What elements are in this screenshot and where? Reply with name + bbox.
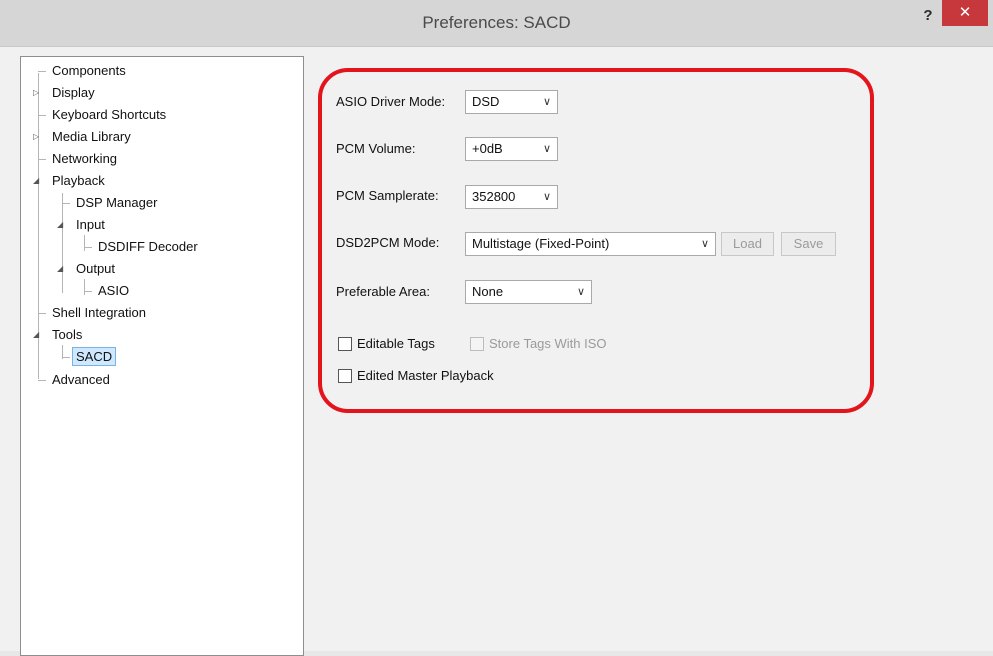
tree-item-label: Media Library	[52, 129, 131, 144]
tree-connector	[38, 313, 46, 314]
tree-item-label: Components	[52, 63, 126, 78]
preferable-area-value: None	[472, 284, 504, 299]
tree-connector	[38, 380, 46, 381]
pcm-volume-value: +0dB	[472, 141, 503, 156]
pcm-samplerate-value: 352800	[472, 189, 516, 204]
tree-item-tools[interactable]: ◢ Tools	[33, 325, 82, 345]
tree-connector	[62, 203, 70, 204]
preferable-area-label: Preferable Area:	[336, 284, 430, 299]
tree-item-label: Tools	[52, 327, 83, 342]
pcm-volume-label: PCM Volume:	[336, 141, 416, 156]
tree-item-label: Display	[52, 85, 95, 100]
tree-item-label: Networking	[52, 151, 118, 166]
tree-connector	[38, 71, 46, 72]
editable-tags-label[interactable]: Editable Tags	[357, 335, 435, 353]
load-button[interactable]: Load	[721, 232, 774, 256]
tree-item-sacd[interactable]: SACD	[62, 347, 117, 367]
tree-connector	[84, 247, 92, 248]
tree-item-dsp-manager[interactable]: DSP Manager	[62, 193, 158, 213]
store-tags-with-iso-label[interactable]: Store Tags With ISO	[489, 335, 607, 353]
tree-item-label: ASIO	[98, 283, 130, 298]
pcm-volume-select[interactable]: +0dB ∨	[465, 137, 558, 161]
tree-item-label: Playback	[52, 173, 105, 188]
tree-item-label: Advanced	[52, 372, 110, 387]
tree-item-label: Input	[76, 217, 105, 232]
chevron-down-icon: ∨	[542, 191, 551, 203]
preferences-window: Preferences: SACD ? ✕ Components ▷ Displ…	[0, 0, 993, 656]
tree-item-asio[interactable]: ASIO	[84, 281, 130, 301]
tree-connector	[84, 291, 92, 292]
tree-item-label: SACD	[72, 347, 117, 366]
asio-driver-mode-value: DSD	[472, 94, 500, 109]
asio-driver-mode-select[interactable]: DSD ∨	[465, 90, 558, 114]
collapse-arrow-icon[interactable]: ◢	[33, 171, 43, 191]
chevron-down-icon: ∨	[576, 286, 585, 298]
collapse-arrow-icon[interactable]: ◢	[57, 259, 67, 279]
chevron-down-icon: ∨	[542, 96, 551, 108]
window-title: Preferences: SACD	[422, 13, 571, 32]
tree-item-networking[interactable]: Networking	[38, 149, 118, 169]
tree-connector	[38, 159, 46, 160]
close-icon: ✕	[958, 4, 972, 21]
expand-arrow-icon[interactable]: ▷	[33, 127, 43, 147]
preferable-area-select[interactable]: None ∨	[465, 280, 592, 304]
tree-item-advanced[interactable]: Advanced	[38, 370, 110, 390]
tree-item-label: Keyboard Shortcuts	[52, 107, 167, 122]
collapse-arrow-icon[interactable]: ◢	[33, 325, 43, 345]
tree-item-label: DSDIFF Decoder	[98, 239, 198, 254]
close-button[interactable]: ✕	[942, 0, 988, 26]
pcm-samplerate-label: PCM Samplerate:	[336, 188, 439, 203]
tree-connector	[62, 357, 70, 358]
editable-tags-checkbox[interactable]	[338, 337, 352, 351]
dsd2pcm-mode-value: Multistage (Fixed-Point)	[472, 236, 610, 251]
dsd2pcm-mode-label: DSD2PCM Mode:	[336, 235, 440, 250]
edited-master-playback-checkbox[interactable]	[338, 369, 352, 383]
tree-item-input[interactable]: ◢ Input	[57, 215, 105, 235]
tree-item-output[interactable]: ◢ Output	[57, 259, 115, 279]
tree-item-playback[interactable]: ◢ Playback	[33, 171, 105, 191]
pcm-samplerate-select[interactable]: 352800 ∨	[465, 185, 558, 209]
tree-guide-input	[84, 235, 85, 251]
tree-item-components[interactable]: Components	[38, 61, 126, 81]
store-tags-with-iso-checkbox[interactable]	[470, 337, 484, 351]
dsd2pcm-mode-select[interactable]: Multistage (Fixed-Point) ∨	[465, 232, 716, 256]
tree-connector	[38, 115, 46, 116]
tree-item-label: Shell Integration	[52, 305, 146, 320]
expand-arrow-icon[interactable]: ▷	[33, 83, 43, 103]
title-bar: Preferences: SACD ? ✕	[0, 0, 993, 47]
chevron-down-icon: ∨	[700, 238, 709, 250]
collapse-arrow-icon[interactable]: ◢	[57, 215, 67, 235]
tree-item-shell-integration[interactable]: Shell Integration	[38, 303, 146, 323]
tree-item-label: DSP Manager	[76, 195, 158, 210]
save-button[interactable]: Save	[781, 232, 836, 256]
chevron-down-icon: ∨	[542, 143, 551, 155]
tree-item-display[interactable]: ▷ Display	[33, 83, 95, 103]
tree-item-dsdiff-decoder[interactable]: DSDIFF Decoder	[84, 237, 198, 257]
tree-item-label: Output	[76, 261, 116, 276]
edited-master-playback-label[interactable]: Edited Master Playback	[357, 367, 494, 385]
asio-driver-mode-label: ASIO Driver Mode:	[336, 94, 446, 109]
preferences-tree[interactable]: Components ▷ Display Keyboard Shortcuts …	[20, 56, 304, 656]
tree-item-media-library[interactable]: ▷ Media Library	[33, 127, 131, 147]
tree-guide-output	[84, 279, 85, 295]
tree-item-keyboard-shortcuts[interactable]: Keyboard Shortcuts	[38, 105, 167, 125]
help-button[interactable]: ?	[917, 6, 939, 26]
